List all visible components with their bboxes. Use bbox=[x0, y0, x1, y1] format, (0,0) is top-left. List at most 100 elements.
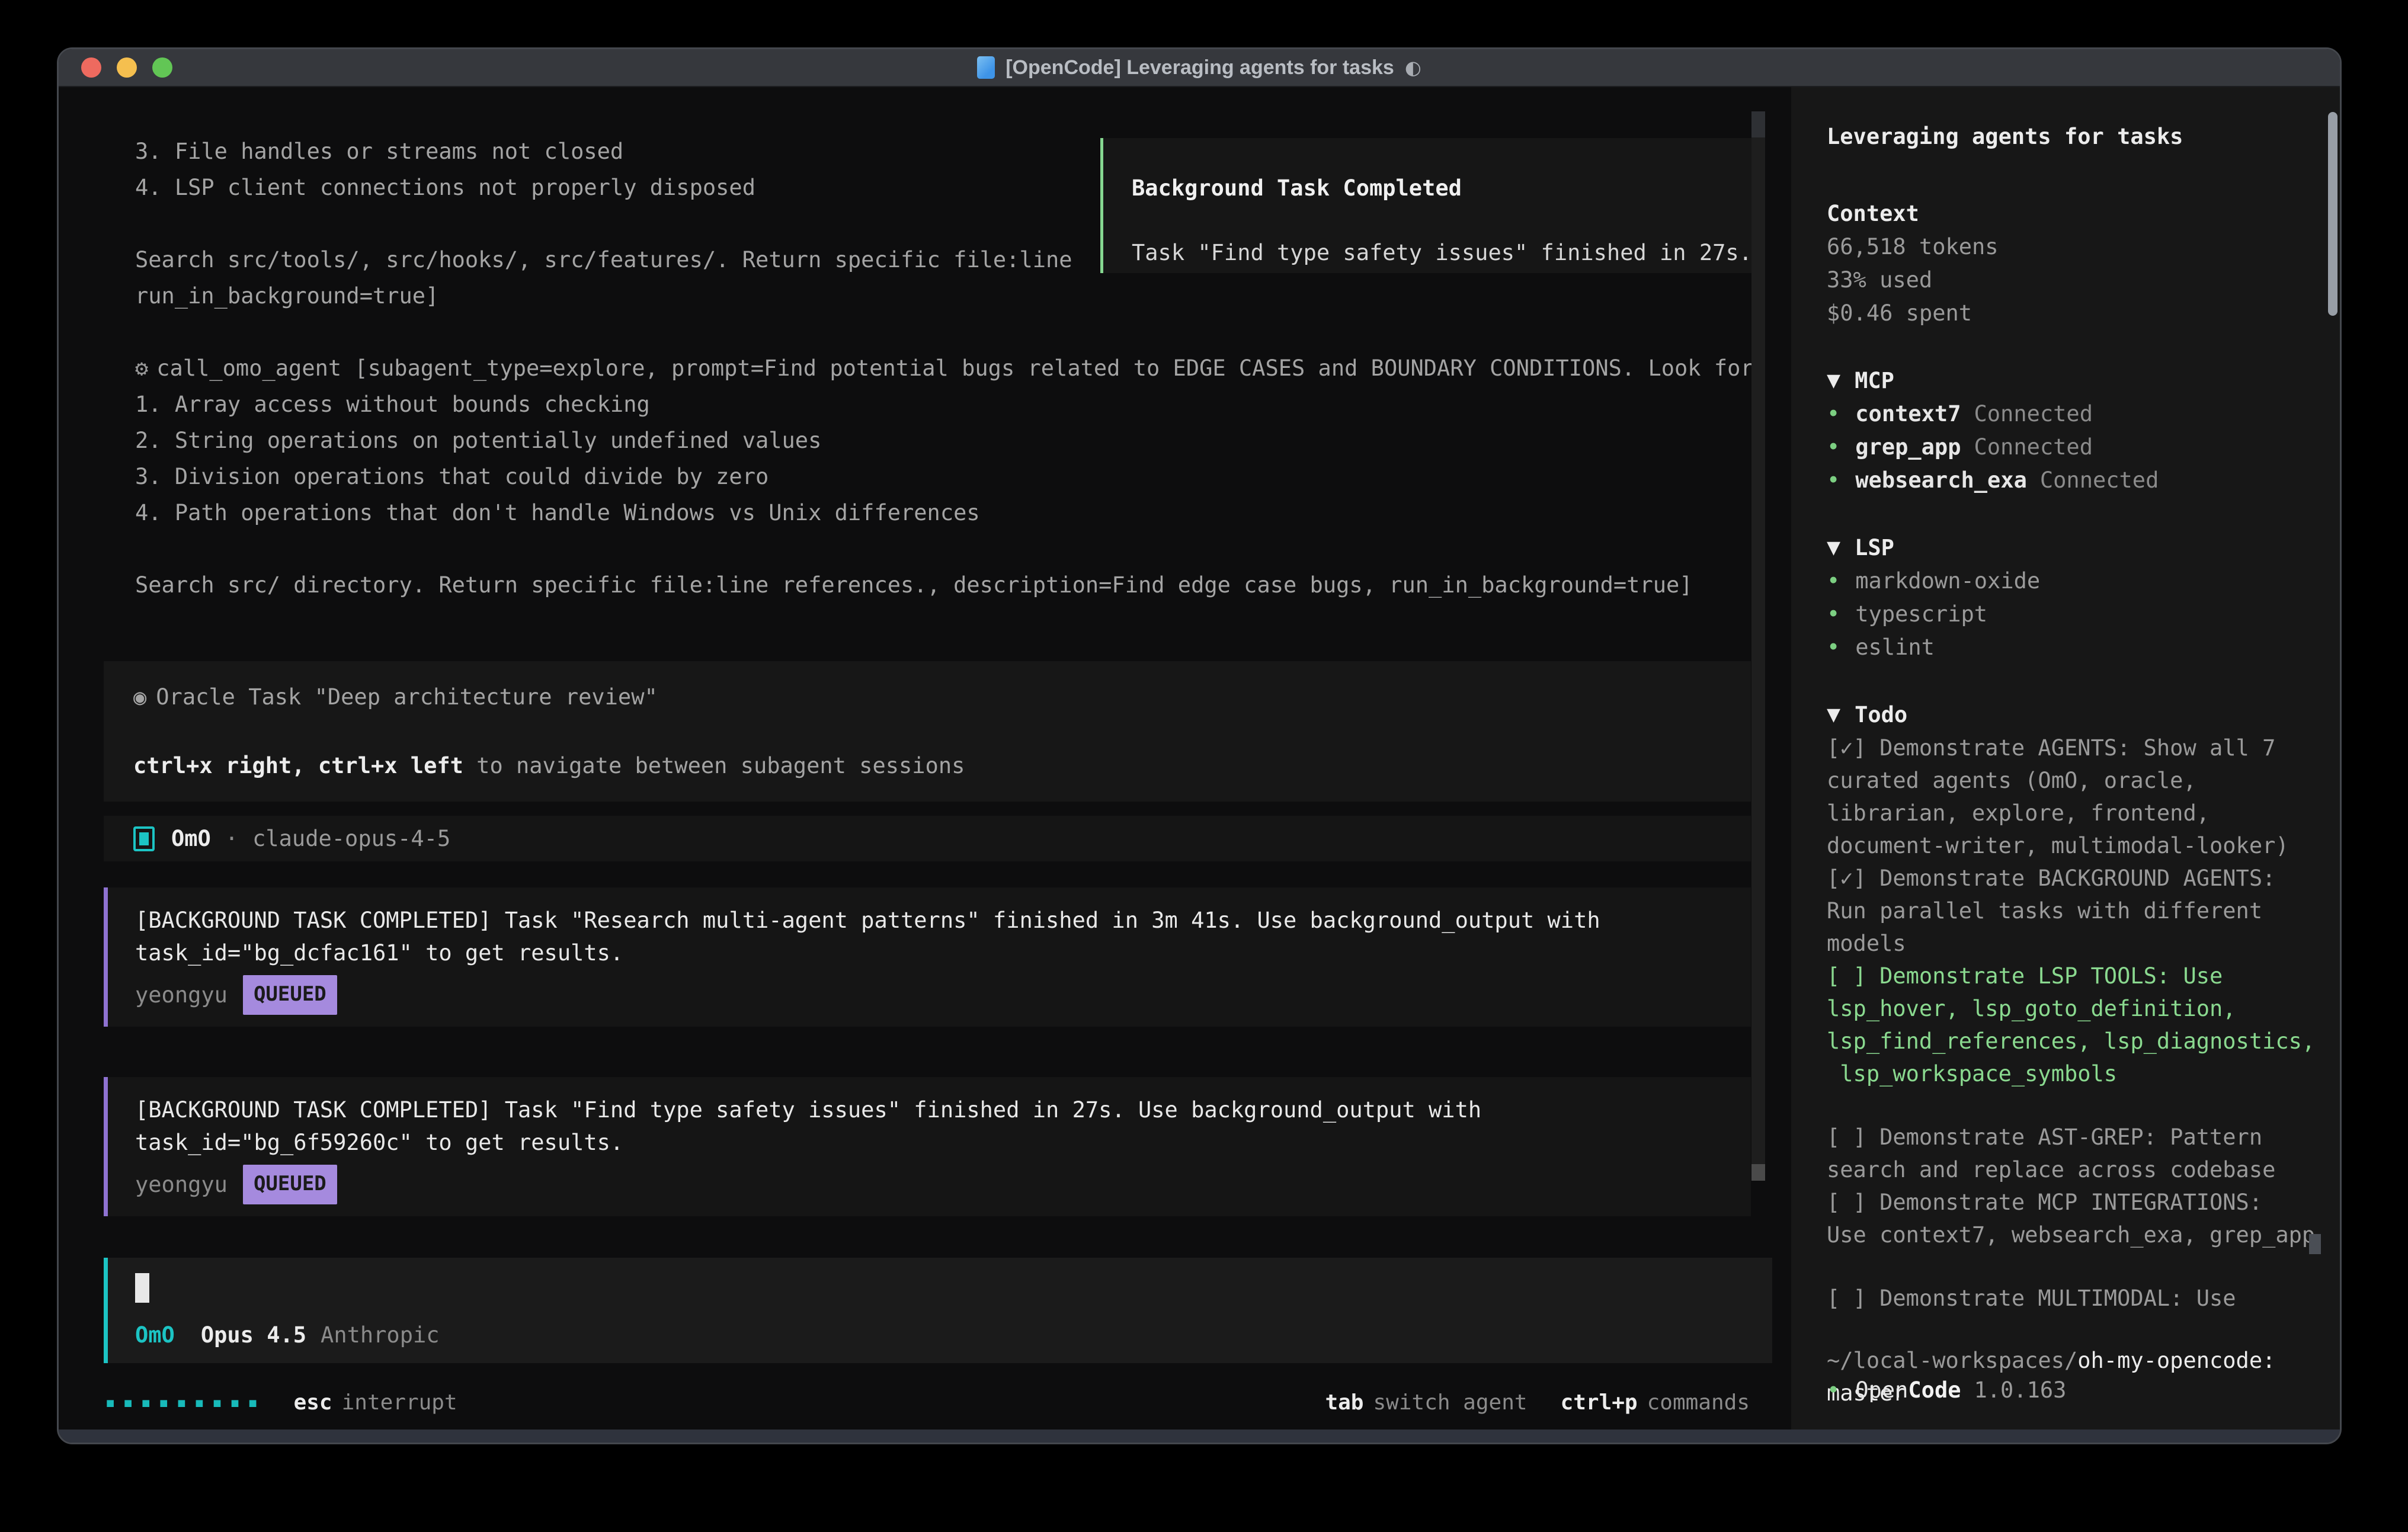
agent-name: OmO bbox=[171, 821, 211, 857]
oracle-hint-text: to navigate between subagent sessions bbox=[463, 753, 965, 778]
esc-key: esc bbox=[294, 1390, 332, 1415]
gear-icon: ⚙ bbox=[135, 355, 148, 381]
lsp-name: eslint bbox=[1855, 631, 1935, 664]
mcp-status: Connected bbox=[1974, 431, 2093, 464]
chat-line: Search src/ directory. Return specific f… bbox=[135, 567, 1767, 603]
chat-line: 2. String operations on potentially unde… bbox=[135, 422, 1767, 459]
chat-scrollbar[interactable] bbox=[1751, 111, 1765, 1181]
document-icon bbox=[977, 56, 995, 79]
context-spent: $0.46 spent bbox=[1827, 297, 2324, 330]
agent-header: OmO · claude-opus-4-5 bbox=[104, 816, 1751, 861]
todo-section-header[interactable]: ▼ Todo bbox=[1827, 698, 2324, 732]
task-message-line: task_id="bg_dcfac161" to get results. bbox=[135, 937, 1751, 969]
session-state-icon: ◐ bbox=[1405, 56, 1421, 79]
mcp-section-header[interactable]: ▼ MCP bbox=[1827, 364, 2324, 398]
notification-toast: Background Task Completed Task "Find typ… bbox=[1100, 138, 1760, 273]
tool-call-text: call_omo_agent [subagent_type=explore, p… bbox=[156, 355, 1753, 381]
context-used: 33% used bbox=[1827, 264, 2324, 297]
session-title: Leveraging agents for tasks bbox=[1827, 120, 2324, 153]
status-badge: QUEUED bbox=[243, 1165, 337, 1204]
task-message-line: [BACKGROUND TASK COMPLETED] Task "Resear… bbox=[135, 904, 1751, 937]
todo-scrollbar-thumb[interactable] bbox=[2309, 1234, 2321, 1254]
close-button[interactable] bbox=[81, 57, 101, 78]
todo-item: [ ] Demonstrate LSP TOOLS: Use lsp_hover… bbox=[1827, 960, 2324, 1090]
todo-item: [✓] Demonstrate BACKGROUND AGENTS: Run p… bbox=[1827, 862, 2324, 960]
lsp-item: • markdown-oxide bbox=[1827, 565, 2324, 598]
status-badge: QUEUED bbox=[243, 975, 337, 1015]
oracle-hint-line: ctrl+x right, ctrl+x left to navigate be… bbox=[133, 748, 1751, 784]
window-title: [OpenCode] Leveraging agents for tasks ◐ bbox=[977, 56, 1421, 79]
bullet-icon: • bbox=[1827, 1374, 1840, 1407]
chat-line: run_in_background=true] bbox=[135, 278, 1767, 314]
tab-key: tab bbox=[1325, 1390, 1363, 1415]
mcp-status: Connected bbox=[1974, 398, 2093, 431]
task-author: yeongyu bbox=[135, 1166, 228, 1203]
bullet-icon: • bbox=[1827, 398, 1840, 431]
context-heading: Context bbox=[1827, 197, 2324, 230]
esc-label: interrupt bbox=[342, 1390, 457, 1415]
task-message-line: [BACKGROUND TASK COMPLETED] Task "Find t… bbox=[135, 1094, 1751, 1126]
tab-label: switch agent bbox=[1373, 1390, 1527, 1415]
mcp-item: • websearch_exa Connected bbox=[1827, 464, 2324, 497]
chat-line: 3. Division operations that could divide… bbox=[135, 459, 1767, 495]
todo-item: [ ] Demonstrate MULTIMODAL: Use bbox=[1827, 1282, 2324, 1315]
window-titlebar: [OpenCode] Leveraging agents for tasks ◐ bbox=[59, 49, 2340, 87]
text-cursor bbox=[135, 1273, 149, 1303]
oracle-task-title: Oracle Task "Deep architecture review" bbox=[156, 684, 657, 710]
chat-line: 1. Array access without bounds checking bbox=[135, 386, 1767, 422]
bullet-icon: • bbox=[1827, 431, 1840, 464]
lsp-name: typescript bbox=[1855, 598, 1987, 631]
chat-pane: 3. File handles or streams not closed 4.… bbox=[59, 87, 1791, 1430]
lsp-item: • typescript bbox=[1827, 598, 2324, 631]
tool-call-line: ⚙ call_omo_agent [subagent_type=explore, … bbox=[135, 350, 1767, 386]
input-model-name: Opus 4.5 bbox=[201, 1321, 306, 1350]
chat-scrollbar-thumb[interactable] bbox=[1751, 111, 1765, 137]
chat-scrollbar-end[interactable] bbox=[1751, 1164, 1765, 1181]
agent-icon bbox=[133, 826, 155, 851]
prompt-input[interactable]: OmO Opus 4.5 Anthropic bbox=[104, 1258, 1772, 1363]
window-title-text: [OpenCode] Leveraging agents for tasks bbox=[1006, 56, 1394, 79]
toast-title: Background Task Completed bbox=[1132, 170, 1757, 206]
chat-line: 4. Path operations that don't handle Win… bbox=[135, 495, 1767, 531]
ctrl-p-key: ctrl+p bbox=[1561, 1390, 1638, 1415]
app-name: Open bbox=[1855, 1374, 1908, 1407]
todo-item: [✓] Demonstrate AGENTS: Show all 7 curat… bbox=[1827, 732, 2324, 862]
lsp-item: • eslint bbox=[1827, 631, 2324, 664]
collapse-triangle-icon: ▼ bbox=[1827, 698, 1840, 732]
commands-hint: ctrl+pcommands bbox=[1561, 1390, 1750, 1415]
agent-model: claude-opus-4-5 bbox=[252, 821, 450, 857]
workspace-repo: oh-my-opencode: bbox=[2077, 1348, 2275, 1373]
mcp-status: Connected bbox=[2040, 464, 2159, 497]
tab-hint: tab switch agent bbox=[1325, 1390, 1527, 1415]
mcp-item: • grep_app Connected bbox=[1827, 431, 2324, 464]
app-version: • OpenCode 1.0.163 bbox=[1827, 1374, 2066, 1407]
background-task-message: [BACKGROUND TASK COMPLETED] Task "Resear… bbox=[104, 887, 1751, 1027]
sidebar-scrollbar-thumb[interactable] bbox=[2328, 112, 2337, 316]
maximize-button[interactable] bbox=[152, 57, 172, 78]
esc-hint: esc interrupt bbox=[294, 1390, 457, 1415]
task-author: yeongyu bbox=[135, 977, 228, 1013]
mcp-name: websearch_exa bbox=[1855, 464, 2027, 497]
workspace-prefix: ~/local-workspaces/ bbox=[1827, 1348, 2077, 1373]
todo-heading: Todo bbox=[1855, 698, 1907, 732]
agent-separator: · bbox=[225, 821, 238, 857]
mcp-name: grep_app bbox=[1855, 431, 1961, 464]
window-bottom-edge bbox=[59, 1430, 2340, 1443]
mcp-name: context7 bbox=[1855, 398, 1961, 431]
oracle-task-box: ◉Oracle Task "Deep architecture review" … bbox=[104, 661, 1751, 802]
todo-list: [✓] Demonstrate AGENTS: Show all 7 curat… bbox=[1827, 732, 2324, 1315]
lsp-heading: LSP bbox=[1855, 531, 1894, 565]
bullet-icon: • bbox=[1827, 464, 1840, 497]
busy-spinner-icon: ▪▪▪▪▪▪▪▪▪ bbox=[105, 1392, 265, 1413]
mcp-heading: MCP bbox=[1855, 364, 1894, 398]
chat-line bbox=[135, 531, 1767, 567]
lsp-section-header[interactable]: ▼ LSP bbox=[1827, 531, 2324, 565]
minimize-button[interactable] bbox=[117, 57, 137, 78]
todo-item: [ ] Demonstrate MCP INTEGRATIONS: Use co… bbox=[1827, 1186, 2324, 1251]
collapse-triangle-icon: ▼ bbox=[1827, 364, 1840, 398]
sidebar: Leveraging agents for tasks Context 66,5… bbox=[1791, 87, 2340, 1430]
background-task-message: [BACKGROUND TASK COMPLETED] Task "Find t… bbox=[104, 1077, 1751, 1216]
bullet-icon: • bbox=[1827, 565, 1840, 598]
todo-item: [ ] Demonstrate AST-GREP: Pattern search… bbox=[1827, 1121, 2324, 1186]
terminal-window: [OpenCode] Leveraging agents for tasks ◐… bbox=[57, 47, 2342, 1444]
